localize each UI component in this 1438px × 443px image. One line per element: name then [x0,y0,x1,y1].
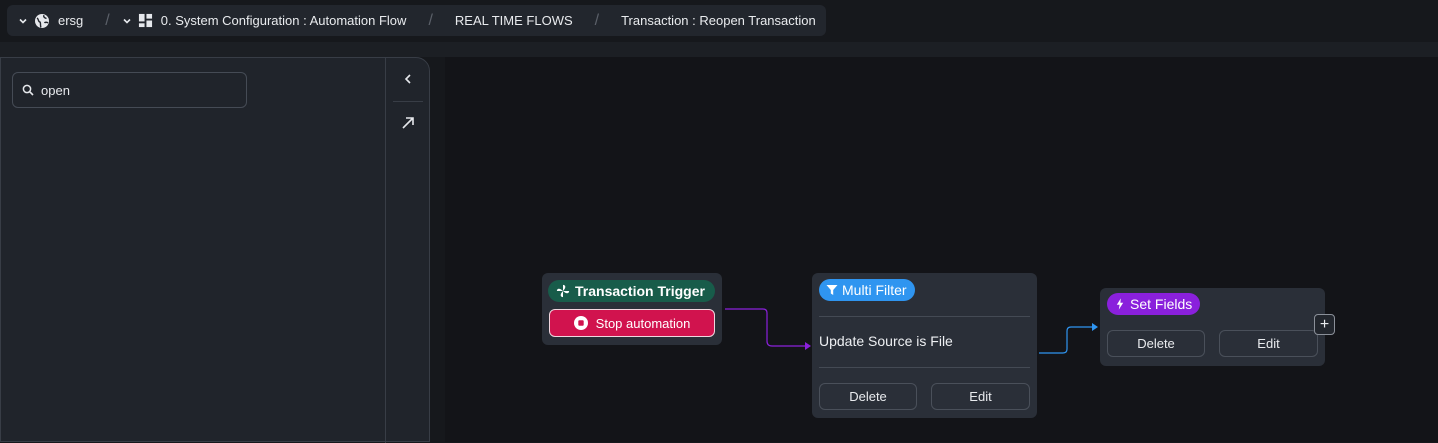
set-fields-title: Set Fields [1130,296,1193,312]
search-input[interactable] [41,82,221,98]
breadcrumb-section-label: REAL TIME FLOWS [454,13,573,28]
search-icon [22,84,34,96]
filter-title: Multi Filter [842,282,907,298]
breadcrumb-flow[interactable]: Transaction : Reopen Transaction [621,5,816,36]
top-bar: ersg / 0. System Configuration : Automat… [0,0,1438,42]
filter-edit-button[interactable]: Edit [931,383,1030,410]
breadcrumb-project[interactable]: 0. System Configuration : Automation Flo… [114,5,407,36]
breadcrumb-section[interactable]: REAL TIME FLOWS [455,5,573,36]
toolbar-strip [0,42,1438,57]
search-box[interactable] [12,72,247,108]
breadcrumb-separator: / [594,11,600,29]
collapse-panel-button[interactable] [394,65,422,93]
add-step-button[interactable]: + [1314,314,1335,335]
breadcrumb-workspace[interactable]: ersg [7,5,83,36]
set-fields-delete-button[interactable]: Delete [1107,330,1205,357]
filter-title-pill: Multi Filter [819,279,915,301]
dashboard-icon [138,13,152,28]
breadcrumb: ersg / 0. System Configuration : Automat… [7,5,826,36]
connector-arrow [1092,323,1098,331]
flow-canvas[interactable]: Transaction Trigger Stop automation Mult… [445,57,1438,442]
breadcrumb-separator: / [428,11,433,29]
filter-icon [826,285,838,295]
breadcrumb-workspace-label: ersg [58,13,84,28]
bolt-icon [1116,298,1124,310]
arrow-up-right-icon [402,117,414,129]
chevron-left-icon [404,74,411,84]
filter-condition: Update Source is File [819,333,953,349]
pinwheel-icon [556,284,570,298]
globe-icon [35,13,49,28]
connector-filter-setfields [1039,326,1093,354]
filter-delete-button[interactable]: Delete [819,383,917,410]
set-fields-edit-button[interactable]: Edit [1219,330,1318,357]
filter-node[interactable]: Multi Filter Update Source is File Delet… [812,273,1037,418]
set-fields-node[interactable]: Set Fields Delete Edit [1100,288,1325,366]
connector-trigger-filter [725,308,807,347]
chevron-down-icon[interactable] [122,16,132,26]
filter-divider [819,316,1030,317]
stop-icon [573,316,588,330]
breadcrumb-separator: / [105,11,110,29]
chevron-down-icon[interactable] [18,16,28,26]
stop-automation-label: Stop automation [595,315,691,331]
trigger-title: Transaction Trigger [575,283,705,299]
connector-arrow [805,342,811,350]
left-panel [0,57,430,443]
set-fields-title-pill: Set Fields [1107,293,1201,315]
panel-divider [385,58,386,443]
filter-divider [819,367,1030,368]
side-divider [393,101,423,102]
trigger-title-pill: Transaction Trigger [548,280,715,302]
breadcrumb-flow-label: Transaction : Reopen Transaction [621,13,816,28]
stop-automation-button[interactable]: Stop automation [549,309,715,337]
breadcrumb-project-label: 0. System Configuration : Automation Flo… [160,13,407,28]
trigger-node[interactable]: Transaction Trigger Stop automation [542,273,722,345]
open-external-button[interactable] [394,109,422,137]
